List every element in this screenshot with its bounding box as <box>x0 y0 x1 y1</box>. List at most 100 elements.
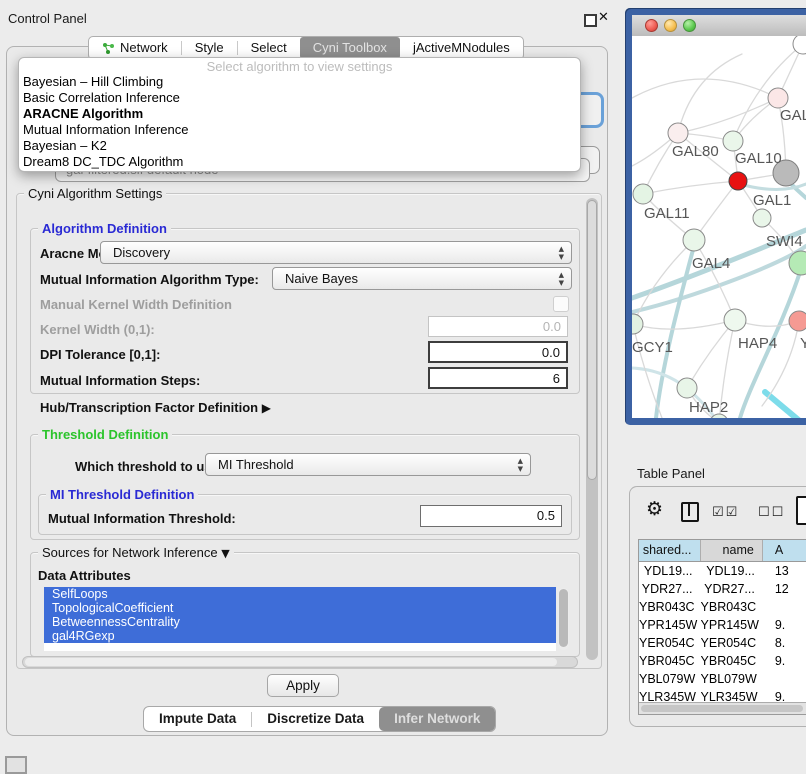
close-panel-icon[interactable]: ✕ <box>598 10 609 25</box>
deselect-all-checkboxes-icon[interactable]: ☐☐ <box>758 505 785 520</box>
table-row[interactable]: YER054CYER054C8. <box>639 634 806 652</box>
settings-hscrollbar-thumb[interactable] <box>25 658 557 666</box>
network-titlebar[interactable] <box>632 15 806 37</box>
network-edge[interactable] <box>740 184 806 189</box>
collapse-down-icon: ▼ <box>221 547 229 560</box>
network-node[interactable] <box>724 309 746 331</box>
attribute-item[interactable]: BetweennessCentrality <box>44 615 556 629</box>
settings-scrollbar-thumb[interactable] <box>587 200 597 480</box>
column-header-name[interactable]: name <box>701 540 763 561</box>
network-node[interactable] <box>668 123 688 143</box>
tab-jactivemnodules[interactable]: jActiveMNodules <box>400 37 523 59</box>
mi-steps-field[interactable]: 6 <box>428 367 568 389</box>
network-edge[interactable] <box>733 44 803 141</box>
threshold-title: Threshold Definition <box>38 427 172 442</box>
float-panel-icon[interactable] <box>584 14 597 27</box>
algorithm-option[interactable]: Bayesian – Hill Climbing <box>19 74 580 90</box>
tab-network[interactable]: Network <box>89 37 181 59</box>
network-edge[interactable] <box>643 181 738 194</box>
algorithm-option[interactable]: Mutual Information Inference <box>19 122 580 138</box>
algorithm-option[interactable]: Bayesian – K2 <box>19 138 580 154</box>
network-node[interactable] <box>683 229 705 251</box>
tab-impute-data[interactable]: Impute Data <box>144 707 251 731</box>
apply-button[interactable]: Apply <box>267 674 339 697</box>
sources-title[interactable]: Sources for Network Inference ▼ <box>38 545 234 560</box>
combo-spinner-icon: ▲▼ <box>559 245 564 261</box>
tab-style[interactable]: Style <box>182 37 237 59</box>
close-window-icon[interactable] <box>645 19 658 32</box>
table-row[interactable]: YBR043CYBR043C <box>639 598 806 616</box>
tab-cyni-toolbox[interactable]: Cyni Toolbox <box>300 37 400 59</box>
tab-infer-network[interactable]: Infer Network <box>379 707 495 731</box>
combo-spinner-icon: ▲▼ <box>559 271 564 287</box>
network-node[interactable] <box>632 314 643 334</box>
columns-icon[interactable] <box>681 502 699 522</box>
minimized-panel-chip[interactable] <box>5 756 27 774</box>
tab-discretize-data[interactable]: Discretize Data <box>252 707 379 731</box>
network-canvas[interactable]: GALGAL80GAL10GAL1GAL11SWI4GAL4GCY1HAP4YH… <box>632 36 806 418</box>
node-label: GAL80 <box>672 143 719 160</box>
settings-hscrollbar[interactable] <box>22 656 578 668</box>
select-all-checkboxes-icon[interactable]: ☑☑ <box>712 505 739 520</box>
network-node[interactable] <box>633 184 653 204</box>
manual-kernel-checkbox[interactable] <box>553 296 569 312</box>
dpi-tolerance-field[interactable]: 0.0 <box>428 341 568 363</box>
data-attributes-label: Data Attributes <box>38 568 131 583</box>
algorithm-option[interactable]: Dream8 DC_TDC Algorithm <box>19 154 580 170</box>
attribute-item[interactable]: SelfLoops <box>44 587 556 601</box>
network-window: GALGAL80GAL10GAL1GAL11SWI4GAL4GCY1HAP4YH… <box>625 8 806 425</box>
attribute-item[interactable]: gal4RGexp <box>44 629 556 643</box>
network-node[interactable] <box>723 131 743 151</box>
minimize-window-icon[interactable] <box>664 19 677 32</box>
cyni-settings-title: Cyni Algorithm Settings <box>24 186 166 201</box>
node-label: GAL10 <box>735 150 782 167</box>
kernel-width-label: Kernel Width (0,1): <box>40 322 155 337</box>
network-edge[interactable] <box>678 98 778 133</box>
hub-section-toggle[interactable]: Hub/Transcription Factor Definition ▶ <box>40 400 271 415</box>
node-label: GAL11 <box>644 205 690 222</box>
node-label: HAP2 <box>689 399 728 416</box>
table-row[interactable]: YDL19...YDL19...13 <box>639 562 806 580</box>
document-icon[interactable] <box>796 496 806 525</box>
settings-scrollbar[interactable] <box>586 198 598 660</box>
table-row[interactable]: YBL079WYBL079W <box>639 670 806 688</box>
network-edge[interactable] <box>765 392 806 418</box>
combo-spinner-icon: ▲▼ <box>518 457 523 473</box>
table-row[interactable]: YBR045CYBR045C9. <box>639 652 806 670</box>
node-label: Y <box>800 335 806 352</box>
attributes-scrollbar-thumb[interactable] <box>559 589 568 647</box>
zoom-window-icon[interactable] <box>683 19 696 32</box>
kernel-width-field[interactable]: 0.0 <box>428 316 568 337</box>
attribute-item[interactable]: TopologicalCoefficient <box>44 601 556 615</box>
column-header-partial[interactable]: A <box>763 540 806 561</box>
table-row[interactable]: YDR27...YDR27...12 <box>639 580 806 598</box>
gear-icon[interactable]: ⚙ <box>646 498 663 520</box>
table-hscrollbar[interactable] <box>639 702 806 714</box>
network-node[interactable] <box>768 88 788 108</box>
algorithm-option[interactable]: Basic Correlation Inference <box>19 90 580 106</box>
mi-threshold-field[interactable]: 0.5 <box>420 505 562 527</box>
node-label: HAP4 <box>738 335 777 352</box>
node-table: shared... name A YDL19...YDL19...13YDR27… <box>638 539 806 715</box>
network-node[interactable] <box>729 172 747 190</box>
network-edge[interactable] <box>678 54 742 133</box>
table-row[interactable]: YPR145WYPR145W9. <box>639 616 806 634</box>
data-attributes-list[interactable]: SelfLoopsTopologicalCoefficientBetweenne… <box>44 587 556 651</box>
tab-select[interactable]: Select <box>238 37 300 59</box>
column-header-shared[interactable]: shared... <box>639 540 701 561</box>
which-threshold-combo[interactable]: MI Threshold ▲▼ <box>205 453 531 476</box>
table-panel: ⚙ ☑☑ ☐☐ shared... name A YDL19...YDL19..… <box>629 486 806 727</box>
network-canvas-svg: GALGAL80GAL10GAL1GAL11SWI4GAL4GCY1HAP4YH… <box>632 36 806 418</box>
node-label: GCY1 <box>632 339 673 356</box>
network-edge[interactable] <box>633 320 735 329</box>
algorithm-option[interactable]: ARACNE Algorithm <box>19 106 580 122</box>
mi-type-label: Mutual Information Algorithm Type: <box>40 272 259 287</box>
node-label: GAL <box>780 107 806 124</box>
network-node[interactable] <box>677 378 697 398</box>
network-node[interactable] <box>753 209 771 227</box>
aracne-mode-combo[interactable]: Discovery ▲▼ <box>100 241 572 264</box>
mi-type-combo[interactable]: Naive Bayes ▲▼ <box>272 267 572 290</box>
table-hscrollbar-thumb[interactable] <box>641 705 803 712</box>
network-node[interactable] <box>789 311 806 331</box>
attributes-scrollbar[interactable] <box>558 588 569 650</box>
